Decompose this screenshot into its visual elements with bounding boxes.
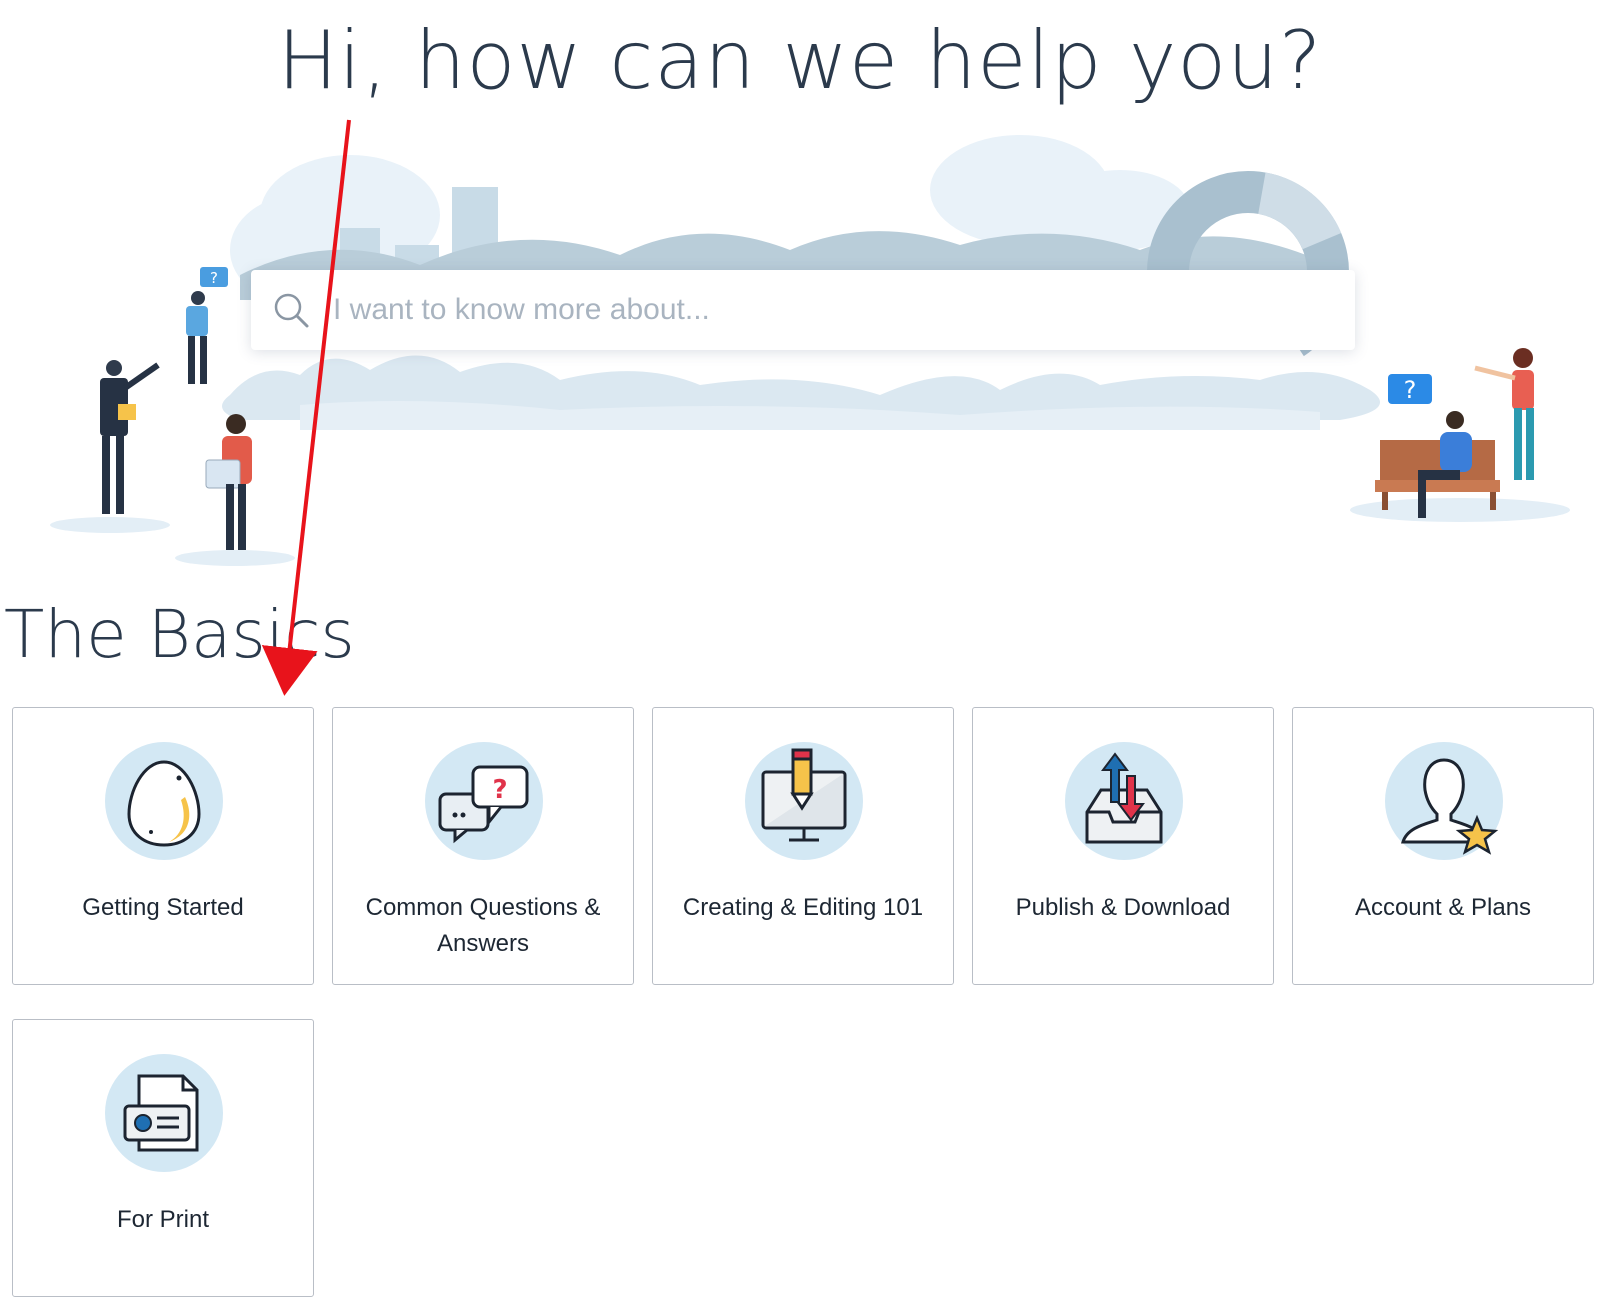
card-label: Common Questions & Answers — [365, 894, 601, 957]
icon-circle — [105, 1054, 223, 1172]
card-account-plans[interactable]: Account & Plans — [1292, 707, 1594, 985]
page-title: Hi, how can we help you? — [277, 14, 1323, 107]
card-creating-editing[interactable]: Creating & Editing 101 — [652, 707, 954, 985]
hero-illustration: ? ? — [50, 135, 1570, 566]
icon-circle — [745, 742, 863, 860]
icon-circle — [1065, 742, 1183, 860]
monitor-pencil-icon — [761, 748, 847, 842]
bubble-left-text: ? — [210, 269, 218, 287]
card-for-print[interactable]: For Print — [12, 1019, 314, 1297]
card-common-questions[interactable]: ? Common Questions & Answers — [332, 707, 634, 985]
card-label: Publish & Download — [1015, 894, 1231, 921]
egg-icon — [127, 760, 201, 847]
card-getting-started[interactable]: Getting Started — [12, 707, 314, 985]
card-label: Getting Started — [82, 894, 244, 921]
icon-circle: ? — [425, 742, 543, 860]
icon-circle — [1385, 742, 1503, 860]
id-card-document-icon — [123, 1074, 199, 1152]
user-star-icon — [1401, 758, 1499, 855]
card-label: Creating & Editing 101 — [682, 894, 924, 921]
search-bar[interactable] — [251, 270, 1355, 350]
search-input[interactable] — [331, 292, 1295, 328]
card-publish-download[interactable]: Publish & Download — [972, 707, 1274, 985]
section-title: The Basics — [4, 596, 355, 673]
inbox-arrows-icon — [1085, 752, 1163, 844]
chat-question-icon: ? — [438, 765, 529, 844]
icon-circle — [105, 742, 223, 860]
card-label: Account & Plans — [1354, 894, 1532, 921]
card-label: For Print — [116, 1206, 209, 1233]
svg-text:?: ? — [492, 775, 507, 805]
bubble-right-text: ? — [1404, 376, 1417, 404]
search-icon — [274, 293, 309, 328]
